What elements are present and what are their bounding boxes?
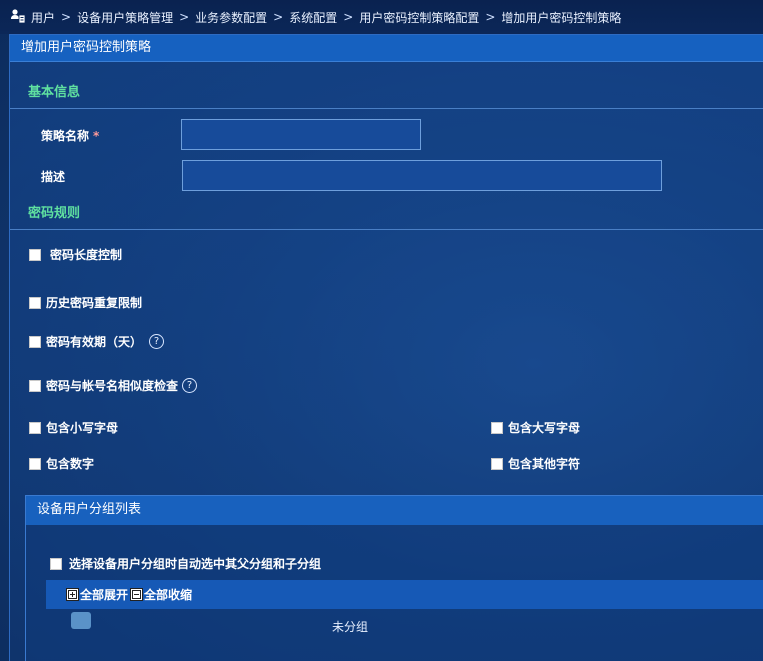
length-control-checkbox[interactable]	[29, 248, 41, 261]
digits-row[interactable]: 包含数字	[29, 455, 94, 472]
collapse-all-label: 全部收缩	[144, 588, 193, 602]
auto-select-label: 选择设备用户分组时自动选中其父分组和子分组	[69, 557, 322, 571]
breadcrumb: 用户 > 设备用户策略管理 > 业务参数配置 > 系统配置 > 用户密码控制策略…	[0, 0, 763, 34]
description-input[interactable]	[182, 160, 662, 191]
expand-all-button[interactable]: 全部展开	[66, 586, 128, 603]
other-chars-label: 包含其他字符	[508, 457, 581, 471]
validity-days-label: 密码有效期（天）	[46, 335, 143, 349]
breadcrumb-item-password-policy-config[interactable]: 用户密码控制策略配置	[359, 9, 479, 26]
divider	[10, 108, 763, 109]
other-chars-checkbox[interactable]	[491, 457, 503, 470]
digits-label: 包含数字	[46, 457, 95, 471]
policy-name-label: 策略名称 *	[41, 127, 99, 144]
required-mark: *	[93, 129, 100, 143]
breadcrumb-separator: >	[343, 10, 354, 24]
breadcrumb-separator: >	[61, 10, 72, 24]
collapse-all-button[interactable]: 全部收缩	[130, 586, 192, 603]
panel-title: 增加用户密码控制策略	[10, 35, 763, 62]
device-user-group-list: 设备用户分组列表 选择设备用户分组时自动选中其父分组和子分组 全部展开 全部收缩…	[25, 495, 763, 661]
breadcrumb-separator: >	[273, 10, 284, 24]
folder-icon[interactable]	[71, 612, 91, 629]
breadcrumb-separator: >	[485, 10, 496, 24]
auto-select-row[interactable]: 选择设备用户分组时自动选中其父分组和子分组	[50, 555, 321, 572]
question-circle-icon[interactable]: ?	[149, 334, 165, 349]
user-group-icon	[11, 9, 26, 24]
minus-box-icon	[130, 588, 144, 601]
auto-select-checkbox[interactable]	[50, 557, 62, 570]
breadcrumb-item-current: 增加用户密码控制策略	[501, 10, 622, 25]
uppercase-checkbox[interactable]	[491, 421, 503, 434]
lowercase-label: 包含小写字母	[46, 421, 119, 435]
lowercase-row[interactable]: 包含小写字母	[29, 419, 118, 436]
uppercase-label: 包含大写字母	[508, 421, 581, 435]
validity-days-checkbox[interactable]	[29, 335, 41, 348]
description-label: 描述	[41, 170, 66, 184]
policy-name-label-text: 策略名称	[41, 129, 90, 143]
history-limit-checkbox[interactable]	[29, 296, 41, 309]
breadcrumb-item-business-params[interactable]: 业务参数配置	[195, 9, 267, 26]
tree-toolbar: 全部展开 全部收缩	[46, 580, 763, 609]
length-control-label: 密码长度控制	[50, 248, 123, 262]
uppercase-row[interactable]: 包含大写字母	[491, 419, 580, 436]
group-list-title: 设备用户分组列表	[26, 496, 763, 525]
digits-checkbox[interactable]	[29, 457, 41, 470]
history-limit-label: 历史密码重复限制	[46, 296, 143, 310]
password-rules-title: 密码规则	[28, 206, 81, 221]
breadcrumb-separator: >	[179, 10, 190, 24]
similarity-check-label: 密码与帐号名相似度检查	[46, 379, 179, 393]
breadcrumb-item-user[interactable]: 用户	[31, 9, 55, 26]
divider	[10, 229, 763, 230]
other-chars-row[interactable]: 包含其他字符	[491, 455, 580, 472]
tree-node-ungrouped[interactable]: 未分组	[332, 618, 368, 635]
plus-box-icon	[66, 588, 79, 601]
lowercase-checkbox[interactable]	[29, 421, 41, 434]
basic-info-title: 基本信息	[28, 85, 81, 100]
validity-days-row[interactable]: 密码有效期（天） ?	[29, 333, 165, 350]
similarity-check-row[interactable]: 密码与帐号名相似度检查 ?	[29, 377, 198, 394]
length-control-row[interactable]: 密码长度控制	[29, 246, 122, 263]
breadcrumb-item-system-config[interactable]: 系统配置	[289, 9, 337, 26]
expand-all-label: 全部展开	[80, 588, 129, 602]
history-limit-row[interactable]: 历史密码重复限制	[29, 294, 142, 311]
breadcrumb-item-device-user-policy[interactable]: 设备用户策略管理	[77, 9, 173, 26]
policy-name-input[interactable]	[181, 119, 421, 150]
similarity-check-checkbox[interactable]	[29, 379, 41, 392]
question-circle-icon[interactable]: ?	[182, 378, 198, 393]
